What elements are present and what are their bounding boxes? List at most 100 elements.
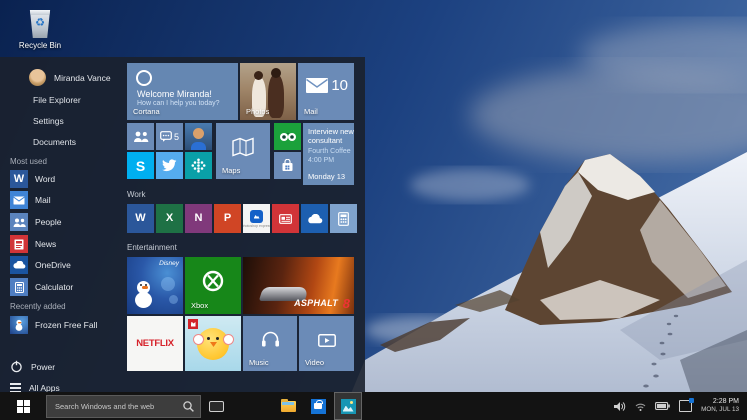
tile-calendar[interactable]: Interview new consultant Fourth Coffee 4… xyxy=(303,123,354,185)
store-bag-icon xyxy=(282,159,293,171)
tile-money[interactable] xyxy=(272,204,299,233)
photoshop-express-icon xyxy=(250,209,263,223)
taskbar-store[interactable] xyxy=(305,393,331,419)
tile-store-small[interactable] xyxy=(274,152,301,179)
tile-mail[interactable]: 10 Mail xyxy=(298,63,354,120)
sidebar-app-onedrive[interactable]: OneDrive xyxy=(10,256,71,274)
tile-onenote[interactable]: N xyxy=(185,204,212,233)
sidebar-app-word[interactable]: W Word xyxy=(10,170,55,188)
section-most-used: Most used xyxy=(10,157,47,166)
tile-netflix[interactable]: NETFLIX xyxy=(127,316,183,371)
tile-people-small[interactable] xyxy=(127,123,154,150)
tile-music[interactable]: Music xyxy=(243,316,297,371)
start-button[interactable] xyxy=(0,392,46,420)
recycle-bin-desktop-icon[interactable]: ♻ Recycle Bin xyxy=(12,10,68,50)
headphones-icon xyxy=(262,331,279,347)
tile-asphalt-8[interactable]: ASPHALT 8 xyxy=(243,257,354,314)
network-icon[interactable] xyxy=(635,402,646,411)
taskbar-search[interactable] xyxy=(46,394,201,418)
map-icon xyxy=(232,137,254,157)
tile-video[interactable]: Video xyxy=(299,316,354,371)
calculator-icon xyxy=(338,211,349,226)
skype-icon: S xyxy=(135,157,146,174)
user-account-button[interactable]: Miranda Vance xyxy=(29,69,111,86)
recycle-bin-label: Recycle Bin xyxy=(18,41,62,50)
sidebar-app-news[interactable]: News xyxy=(10,235,56,253)
frozen-free-fall-icon xyxy=(10,316,28,334)
card-icon xyxy=(279,213,292,224)
tile-onedrive[interactable] xyxy=(301,204,328,233)
calendar-event-details: Fourth Coffee 4:00 PM xyxy=(308,148,351,165)
search-icon xyxy=(183,400,194,412)
tile-skype-small[interactable]: S xyxy=(127,152,154,179)
chat-bubble-icon xyxy=(160,131,172,142)
task-view-button[interactable] xyxy=(201,392,231,420)
search-input[interactable] xyxy=(47,401,183,411)
onedrive-icon xyxy=(10,256,28,274)
power-icon xyxy=(11,360,22,373)
excel-icon: X xyxy=(165,212,174,224)
tile-photos[interactable]: Photos xyxy=(240,63,296,120)
people-icon xyxy=(10,213,28,231)
cortana-ring-icon xyxy=(136,70,152,86)
tile-calculator[interactable] xyxy=(330,204,357,233)
taskbar-clock[interactable]: 2:28 PM MON, JUL 13 xyxy=(701,397,739,415)
people-icon xyxy=(133,131,148,142)
tile-xbox[interactable]: Xbox xyxy=(185,257,241,314)
tripadvisor-owl-icon xyxy=(279,132,296,141)
sidebar-item-file-explorer[interactable]: File Explorer xyxy=(33,95,81,105)
user-name: Miranda Vance xyxy=(54,72,111,83)
tile-twitter-small[interactable] xyxy=(156,152,183,179)
tile-contact-photo-small[interactable] xyxy=(185,123,212,150)
mail-unread-count: 10 xyxy=(331,77,348,94)
powerpoint-icon: P xyxy=(223,212,232,224)
tile-dots-game-small[interactable] xyxy=(185,152,212,179)
taskbar: 2:28 PM MON, JUL 13 xyxy=(0,392,747,420)
system-tray: 2:28 PM MON, JUL 13 xyxy=(614,397,747,415)
tile-maps[interactable]: Maps xyxy=(216,123,270,179)
taskbar-photos-active[interactable] xyxy=(334,392,362,420)
power-button[interactable]: Power xyxy=(10,360,55,373)
tile-messaging-small[interactable]: 5 xyxy=(156,123,183,150)
tile-tripadvisor-small[interactable] xyxy=(274,123,301,150)
tile-frozen-free-fall[interactable]: Disney xyxy=(127,257,183,314)
news-icon xyxy=(10,235,28,253)
sidebar-app-frozen-free-fall[interactable]: Frozen Free Fall xyxy=(10,316,97,334)
calendar-date: Monday 13 xyxy=(308,172,346,181)
word-icon: W xyxy=(10,170,28,188)
battery-icon[interactable] xyxy=(655,402,670,410)
recycle-symbol: ♻ xyxy=(35,17,45,29)
contact-face xyxy=(193,128,204,139)
cloud-icon xyxy=(307,213,322,223)
taskbar-file-explorer[interactable] xyxy=(275,393,301,419)
tile-cortana[interactable]: Welcome Miranda! How can I help you toda… xyxy=(127,63,238,120)
tile-word[interactable]: W xyxy=(127,204,154,233)
game-publisher-flag xyxy=(188,319,198,329)
calendar-event-title: Interview new consultant xyxy=(308,127,354,146)
messaging-badge: 5 xyxy=(173,131,179,142)
windows-logo-icon xyxy=(16,399,30,413)
tile-chick-game[interactable] xyxy=(185,316,241,371)
group-label-entertainment: Entertainment xyxy=(127,243,177,252)
user-avatar xyxy=(29,69,46,86)
tile-excel[interactable]: X xyxy=(156,204,183,233)
clock-date: MON, JUL 13 xyxy=(701,406,739,414)
sidebar-item-settings[interactable]: Settings xyxy=(33,116,64,126)
tile-powerpoint[interactable]: P xyxy=(214,204,241,233)
tile-photoshop-express[interactable]: photoshop express xyxy=(243,204,270,233)
task-view-icon xyxy=(208,400,224,412)
disney-logo: Disney xyxy=(159,260,179,267)
sidebar-app-calculator[interactable]: Calculator xyxy=(10,278,73,296)
mail-icon xyxy=(10,191,28,209)
calculator-icon xyxy=(10,278,28,296)
xbox-sphere-icon xyxy=(202,270,224,292)
store-icon xyxy=(310,398,326,414)
sidebar-app-people[interactable]: People xyxy=(10,213,61,231)
volume-icon[interactable] xyxy=(614,401,626,412)
photos-app-icon xyxy=(340,398,356,414)
envelope-icon xyxy=(306,78,328,93)
sidebar-app-mail[interactable]: Mail xyxy=(10,191,51,209)
onenote-icon: N xyxy=(194,212,203,224)
sidebar-item-documents[interactable]: Documents xyxy=(33,137,76,147)
action-center-icon[interactable] xyxy=(679,398,695,412)
